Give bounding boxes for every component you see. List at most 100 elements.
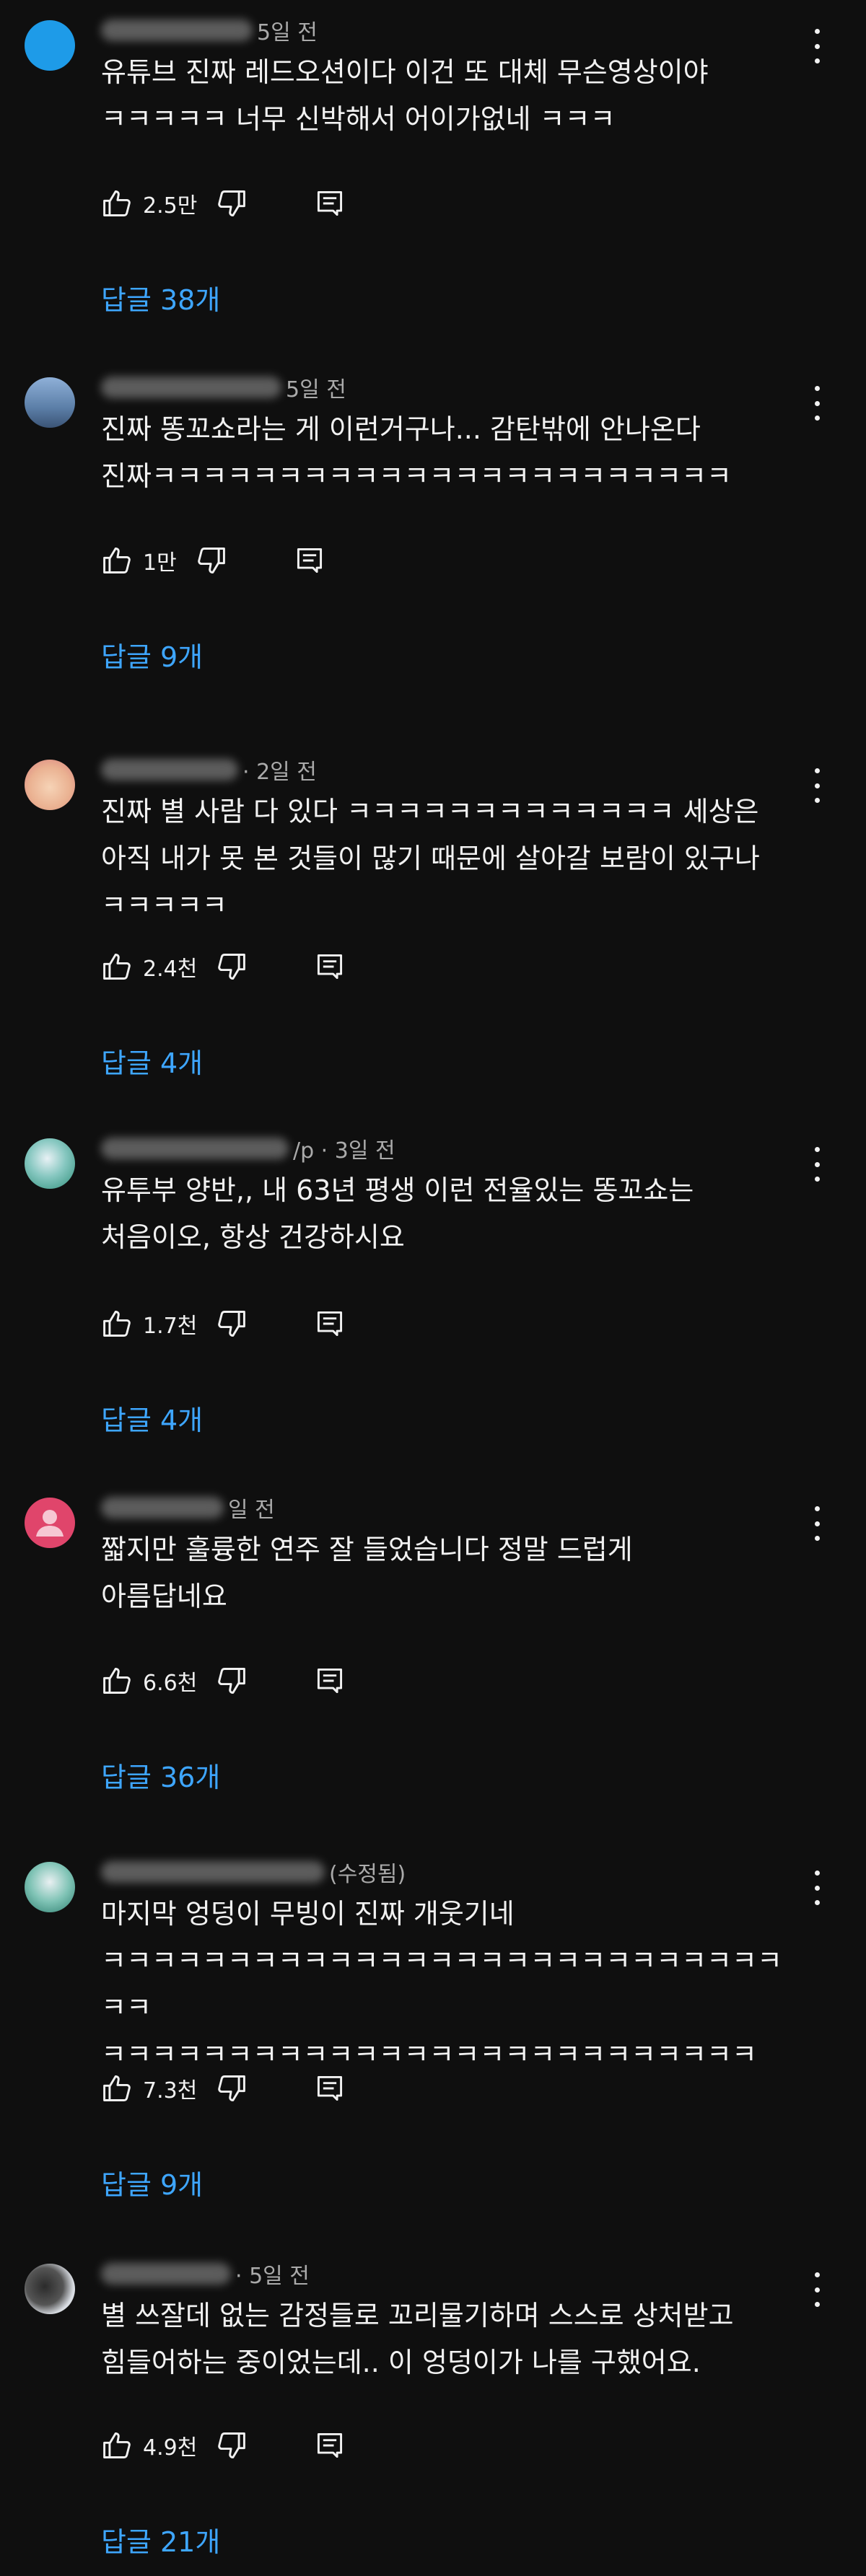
- comment-text: 마지막 엉덩이 무빙이 진짜 개웃기네 ㅋㅋㅋㅋㅋㅋㅋㅋㅋㅋㅋㅋㅋㅋㅋㅋㅋㅋㅋㅋ…: [101, 1898, 782, 2070]
- comment-meta: (수정됨): [101, 1858, 406, 1887]
- thumbs-up-icon: [103, 190, 131, 216]
- reply-button[interactable]: [294, 545, 325, 576]
- avatar[interactable]: [25, 760, 75, 810]
- avatar[interactable]: [25, 20, 75, 71]
- redacted-username: [101, 759, 238, 781]
- comment-time: · 5일 전: [235, 2264, 310, 2289]
- thumbs-down-icon: [218, 1311, 246, 1337]
- more-options-icon[interactable]: [807, 29, 827, 63]
- comment-time: 5일 전: [286, 377, 346, 403]
- comment-time: /p · 3일 전: [293, 1138, 395, 1164]
- dislike-button[interactable]: [216, 1665, 248, 1697]
- comment-time: (수정됨): [329, 1862, 406, 1887]
- reply-button[interactable]: [314, 1308, 346, 1340]
- comment-text: 진짜 별 사람 다 있다 ㅋㅋㅋㅋㅋㅋㅋㅋㅋㅋㅋㅋㅋ 세상은 아직 내가 못 본…: [101, 796, 760, 921]
- avatar[interactable]: [25, 1862, 75, 1912]
- reply-button[interactable]: [314, 1665, 346, 1697]
- like-button[interactable]: 1만: [101, 545, 196, 576]
- comment-reply-icon: [318, 1311, 343, 1337]
- avatar[interactable]: [25, 1498, 75, 1548]
- view-replies-button[interactable]: 답글 21개: [101, 2520, 220, 2559]
- reply-button[interactable]: [314, 2072, 346, 2104]
- comment-actions: 1만: [101, 539, 325, 582]
- dislike-button[interactable]: [216, 2430, 248, 2461]
- like-button[interactable]: 4.9천: [101, 2430, 216, 2461]
- redacted-username: [101, 1138, 289, 1159]
- comment: 5일 전 유튜브 진짜 레드오션이다 이건 또 대체 무슨영상이야 ㅋㅋㅋㅋㅋ …: [0, 0, 866, 357]
- comment-meta: 5일 전: [101, 16, 318, 45]
- comment: /p · 3일 전 유투부 양반,, 내 63년 평생 이런 전율있는 똥꼬쇼는…: [0, 1118, 866, 1472]
- comment-text: 짧지만 훌륭한 연주 잘 들었습니다 정말 드럽게 아름답네요: [101, 1534, 633, 1612]
- avatar[interactable]: [25, 377, 75, 428]
- view-replies-button[interactable]: 답글 4개: [101, 1041, 203, 1081]
- comment-actions: 2.5만: [101, 182, 346, 225]
- dislike-button[interactable]: [216, 1308, 248, 1340]
- reply-button[interactable]: [314, 2430, 346, 2461]
- view-replies-button[interactable]: 답글 38개: [101, 278, 220, 317]
- thumbs-up-icon: [103, 2075, 131, 2101]
- thumbs-down-icon: [218, 1668, 246, 1694]
- redacted-username: [101, 2263, 231, 2285]
- like-count: 4.9천: [143, 2435, 198, 2461]
- like-button[interactable]: 2.4천: [101, 951, 216, 983]
- view-replies-button[interactable]: 답글 36개: [101, 1755, 220, 1795]
- like-count: 7.3천: [143, 2078, 198, 2104]
- dislike-button[interactable]: [216, 951, 248, 983]
- comment-reply-icon: [318, 2075, 343, 2101]
- thumbs-up-icon: [103, 1311, 131, 1337]
- comment-actions: 2.4천: [101, 945, 346, 988]
- like-count: 2.4천: [143, 957, 198, 982]
- comment: (수정됨) 마지막 엉덩이 무빙이 진짜 개웃기네 ㅋㅋㅋㅋㅋㅋㅋㅋㅋㅋㅋㅋㅋㅋ…: [0, 1842, 866, 2242]
- thumbs-up-icon: [103, 1668, 131, 1694]
- more-options-icon[interactable]: [807, 2272, 827, 2307]
- comment-meta: 5일 전: [101, 373, 346, 403]
- comment-reply-icon: [297, 548, 322, 573]
- like-count: 1.7천: [143, 1314, 198, 1339]
- comment-actions: 6.6천: [101, 1659, 346, 1702]
- view-replies-button[interactable]: 답글 4개: [101, 1398, 203, 1438]
- like-count: 2.5만: [143, 193, 198, 219]
- default-user-icon: [36, 1510, 64, 1537]
- thumbs-down-icon: [218, 190, 246, 216]
- reply-button[interactable]: [314, 951, 346, 983]
- more-options-icon[interactable]: [807, 1147, 827, 1182]
- like-button[interactable]: 6.6천: [101, 1665, 216, 1697]
- thumbs-up-icon: [103, 548, 131, 573]
- thumbs-down-icon: [197, 548, 225, 573]
- more-options-icon[interactable]: [807, 1506, 827, 1541]
- like-button[interactable]: 7.3천: [101, 2072, 216, 2104]
- comment: 5일 전 진짜 똥꼬쇼라는 게 이런거구나... 감탄밖에 안나온다 진짜ㅋㅋㅋ…: [0, 357, 866, 739]
- comment-meta: /p · 3일 전: [101, 1134, 395, 1164]
- comment-reply-icon: [318, 2432, 343, 2458]
- redacted-username: [101, 377, 281, 398]
- more-options-icon[interactable]: [807, 768, 827, 803]
- comment-time: · 2일 전: [242, 760, 317, 785]
- comment: · 5일 전 별 쓰잘데 없는 감정들로 꼬리물기하며 스스로 상처받고 힘들어…: [0, 2243, 866, 2576]
- comment-text: 진짜 똥꼬쇼라는 게 이런거구나... 감탄밖에 안나온다 진짜ㅋㅋㅋㅋㅋㅋㅋㅋ…: [101, 413, 732, 492]
- dislike-button[interactable]: [196, 545, 227, 576]
- comment-reply-icon: [318, 954, 343, 980]
- comment-actions: 1.7천: [101, 1302, 346, 1345]
- like-button[interactable]: 2.5만: [101, 188, 216, 219]
- redacted-username: [101, 1497, 224, 1518]
- comment-meta: · 2일 전: [101, 755, 317, 785]
- comment-actions: 4.9천: [101, 2424, 346, 2467]
- like-button[interactable]: 1.7천: [101, 1308, 216, 1340]
- more-options-icon[interactable]: [807, 386, 827, 421]
- thumbs-down-icon: [218, 954, 246, 980]
- dislike-button[interactable]: [216, 188, 248, 219]
- comment-text: 유튜브 진짜 레드오션이다 이건 또 대체 무슨영상이야 ㅋㅋㅋㅋㅋ 너무 신박…: [101, 56, 709, 135]
- redacted-username: [101, 19, 253, 41]
- thumbs-up-icon: [103, 2432, 131, 2458]
- reply-button[interactable]: [314, 188, 346, 219]
- more-options-icon[interactable]: [807, 1871, 827, 1905]
- comment-time: 5일 전: [257, 20, 318, 45]
- thumbs-down-icon: [218, 2432, 246, 2458]
- thumbs-down-icon: [218, 2075, 246, 2101]
- avatar[interactable]: [25, 1138, 75, 1189]
- avatar[interactable]: [25, 2264, 75, 2314]
- view-replies-button[interactable]: 답글 9개: [101, 635, 203, 674]
- view-replies-button[interactable]: 답글 9개: [101, 2163, 203, 2202]
- comment-text: 별 쓰잘데 없는 감정들로 꼬리물기하며 스스로 상처받고 힘들어하는 중이었는…: [101, 2300, 734, 2378]
- dislike-button[interactable]: [216, 2072, 248, 2104]
